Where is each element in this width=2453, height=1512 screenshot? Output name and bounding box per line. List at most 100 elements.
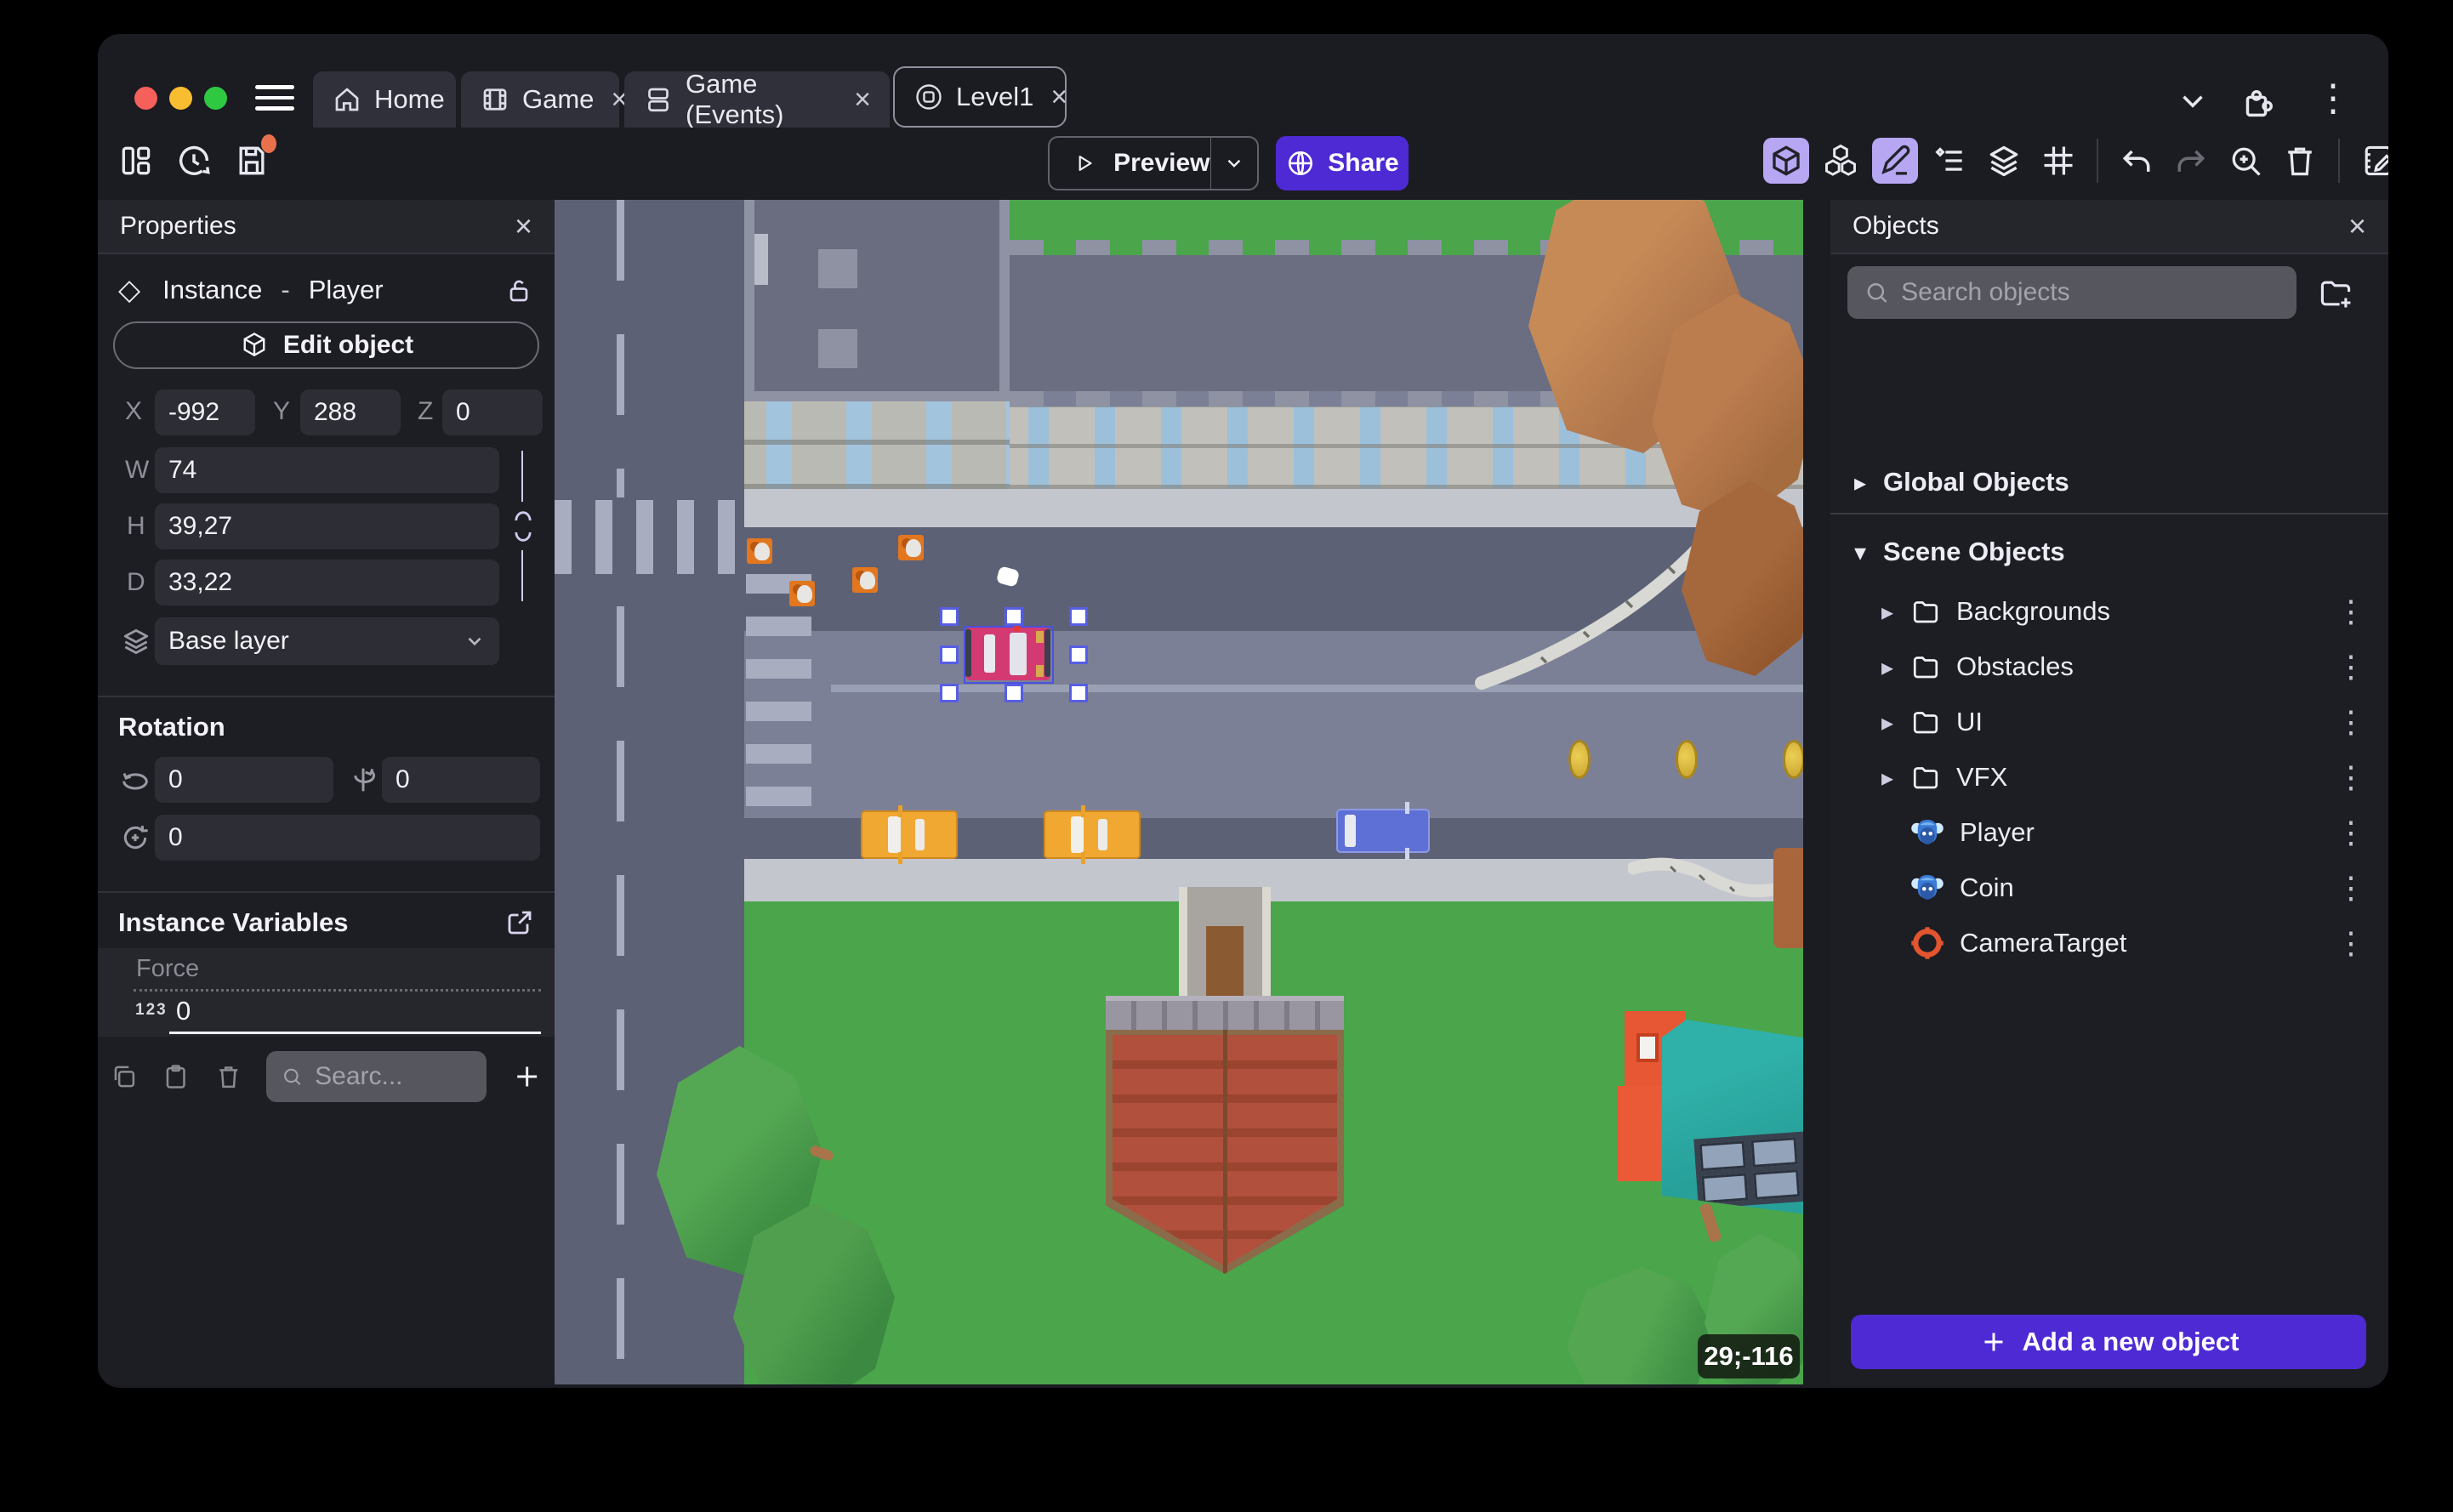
share-button[interactable]: Share [1276, 136, 1409, 190]
item-menu-dots-icon[interactable]: ⋮ [2336, 815, 2366, 850]
variables-search[interactable] [266, 1051, 487, 1102]
fallen-branch[interactable] [1628, 853, 1781, 907]
resize-handle-ne[interactable] [1069, 607, 1088, 626]
grid-icon[interactable] [2035, 138, 2081, 184]
building-roof-left[interactable] [744, 200, 1010, 401]
expand-chevron-icon[interactable]: ▸ [1881, 708, 1910, 736]
w-input[interactable] [155, 447, 499, 493]
traffic-cone[interactable] [747, 538, 772, 564]
add-folder-icon[interactable] [2317, 275, 2354, 312]
history-icon[interactable] [171, 138, 217, 184]
x-input[interactable] [155, 389, 255, 435]
preview-dropdown-chevron-icon[interactable] [1223, 150, 1245, 177]
tree-item-obstacles[interactable]: ▸ Obstacles ⋮ [1830, 639, 2388, 694]
link-dimensions-icon[interactable] [511, 508, 535, 545]
redo-icon[interactable] [2168, 138, 2214, 184]
expand-chevron-icon[interactable]: ▸ [1854, 469, 1883, 497]
layer-select[interactable]: Base layer [155, 617, 499, 665]
instances-list-icon[interactable] [1927, 138, 1972, 184]
tab-close-icon[interactable]: × [1050, 82, 1067, 111]
rotation-z-input[interactable] [155, 815, 540, 861]
z-input[interactable] [442, 389, 543, 435]
delete-trash-icon[interactable] [2277, 138, 2323, 184]
resize-handle-n[interactable] [1005, 607, 1023, 626]
unlock-icon[interactable] [504, 275, 534, 305]
tower-building[interactable] [1106, 887, 1344, 1274]
house-building[interactable] [1618, 999, 1803, 1220]
scene-objects-row[interactable]: ▾ Scene Objects [1830, 525, 2388, 579]
traffic-cone[interactable] [789, 581, 815, 606]
tree-item-coin[interactable]: Coin ⋮ [1830, 861, 2388, 915]
undo-icon[interactable] [2114, 138, 2160, 184]
objects-search-input[interactable] [1901, 278, 2279, 307]
y-input[interactable] [300, 389, 401, 435]
tab-home[interactable]: Home [313, 71, 456, 128]
close-icon[interactable]: × [2348, 208, 2366, 244]
tree-item-vfx[interactable]: ▸ VFX ⋮ [1830, 750, 2388, 804]
scene-notes-icon[interactable] [2355, 138, 2388, 184]
edit-pencil-icon[interactable] [1872, 138, 1918, 184]
selected-player-car[interactable] [965, 624, 1050, 680]
scene-canvas[interactable]: 29;-116 [555, 200, 1803, 1384]
traffic-cone[interactable] [898, 535, 924, 560]
copy-icon[interactable] [110, 1062, 138, 1091]
d-input[interactable] [155, 560, 499, 605]
item-menu-dots-icon[interactable]: ⋮ [2336, 704, 2366, 740]
traffic-cone[interactable] [852, 567, 878, 593]
panels-layout-icon[interactable] [113, 138, 159, 184]
rotation-x-input[interactable] [155, 757, 333, 803]
item-menu-dots-icon[interactable]: ⋮ [2336, 594, 2366, 629]
add-new-object-button[interactable]: Add a new object [1851, 1315, 2366, 1369]
layers-icon[interactable] [1981, 138, 2027, 184]
traffic-light-maximize[interactable] [204, 87, 227, 110]
item-menu-dots-icon[interactable]: ⋮ [2336, 925, 2366, 961]
variables-search-input[interactable] [315, 1062, 471, 1091]
menu-icon[interactable] [255, 85, 294, 112]
coin[interactable] [1783, 740, 1803, 779]
expand-chevron-icon[interactable]: ▸ [1881, 653, 1910, 681]
tab-game-events[interactable]: Game (Events) × [624, 69, 890, 129]
expand-chevron-icon[interactable]: ▸ [1881, 764, 1910, 792]
add-variable-plus-icon[interactable] [510, 1060, 544, 1094]
extensions-puzzle-icon[interactable] [2237, 83, 2276, 122]
traffic-light-minimize[interactable] [169, 87, 192, 110]
resize-handle-se[interactable] [1069, 684, 1088, 702]
tab-game[interactable]: Game × [461, 71, 628, 128]
resize-handle-w[interactable] [940, 645, 959, 664]
open-external-icon[interactable] [504, 907, 535, 938]
taxi-car[interactable] [1044, 805, 1141, 864]
resize-handle-nw[interactable] [940, 607, 959, 626]
collapse-chevron-icon[interactable]: ▾ [1854, 538, 1883, 566]
tab-level1[interactable]: Level1 × [893, 66, 1067, 128]
variable-row[interactable]: Force 123 0 [98, 948, 555, 1037]
objects-cubes-icon[interactable] [1818, 138, 1864, 184]
taxi-car[interactable] [861, 805, 958, 864]
item-menu-dots-icon[interactable]: ⋮ [2336, 870, 2366, 906]
objects-search[interactable] [1847, 266, 2296, 319]
traffic-light-close[interactable] [134, 87, 157, 110]
tree-item-backgrounds[interactable]: ▸ Backgrounds ⋮ [1830, 584, 2388, 639]
trash-icon[interactable] [214, 1062, 242, 1091]
resize-handle-sw[interactable] [940, 684, 959, 702]
save-icon[interactable] [229, 134, 276, 184]
coin[interactable] [1568, 740, 1591, 779]
coin[interactable] [1676, 740, 1698, 779]
preview-button[interactable]: Preview [1048, 136, 1259, 190]
edit-object-button[interactable]: Edit object [113, 321, 539, 369]
zoom-in-icon[interactable] [2222, 138, 2268, 184]
rotation-y-input[interactable] [382, 757, 540, 803]
resize-handle-s[interactable] [1005, 684, 1023, 702]
close-icon[interactable]: × [515, 208, 532, 244]
tree-item-ui[interactable]: ▸ UI ⋮ [1830, 695, 2388, 749]
chevron-down-icon[interactable] [2175, 83, 2211, 119]
blue-car[interactable] [1336, 802, 1430, 860]
view-3d-icon[interactable] [1763, 138, 1809, 184]
h-input[interactable] [155, 503, 499, 549]
tree-item-player[interactable]: Player ⋮ [1830, 805, 2388, 860]
expand-chevron-icon[interactable]: ▸ [1881, 598, 1910, 626]
window-menu-dots-icon[interactable]: ⋮ [2314, 77, 2352, 120]
item-menu-dots-icon[interactable]: ⋮ [2336, 759, 2366, 795]
tree-item-cameratarget[interactable]: CameraTarget ⋮ [1830, 916, 2388, 970]
tab-close-icon[interactable]: × [854, 85, 871, 114]
resize-handle-e[interactable] [1069, 645, 1088, 664]
